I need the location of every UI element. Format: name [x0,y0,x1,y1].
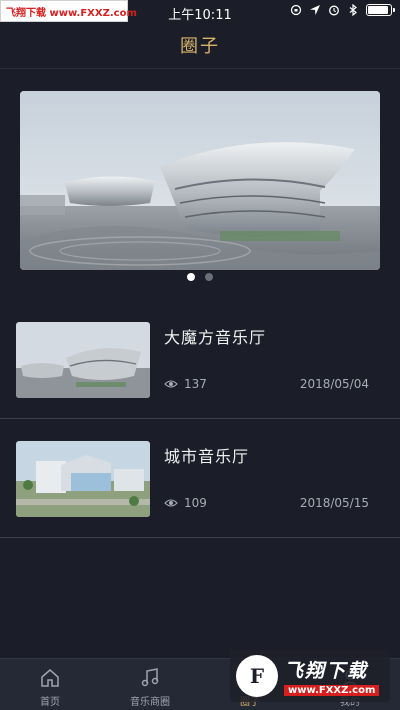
tab-music-business[interactable]: 音乐商圈 [100,659,200,710]
list-item-thumbnail [16,441,150,517]
bluetooth-icon [349,4,357,16]
status-bar: 飞翔下载 www.FXXZ.com 上午10:11 [0,0,400,24]
watermark-logo-icon: F [236,655,278,697]
location-icon [310,5,320,15]
tab-label: 音乐商圈 [130,697,170,708]
post-date: 2018/05/04 [299,377,369,391]
circle-list: 大魔方音乐厅 137 2018/05/04 城市音乐厅 109 2018/05/… [0,300,400,538]
list-item-meta: 137 2018/05/04 [164,377,369,391]
music-hall-image [16,322,150,398]
list-item-title: 大魔方音乐厅 [164,328,267,347]
list-item-thumbnail [16,322,150,398]
carousel-dot-active[interactable] [187,273,195,281]
alarm-icon [329,5,339,16]
tab-home[interactable]: 首页 [0,659,100,710]
carousel-dot[interactable] [205,273,213,281]
view-count: 137 [184,377,207,391]
list-item[interactable]: 城市音乐厅 109 2018/05/15 [0,419,400,538]
eye-icon [164,380,178,388]
list-item[interactable]: 大魔方音乐厅 137 2018/05/04 [0,300,400,419]
list-item-meta: 109 2018/05/15 [164,496,369,510]
banner-image [20,91,380,270]
watermark-url: www.FXXZ.com [284,685,380,696]
title-divider [0,68,400,69]
list-item-title: 城市音乐厅 [164,447,250,466]
music-hall-image [16,441,150,517]
view-count: 109 [184,496,207,510]
banner-carousel[interactable] [20,91,380,270]
watermark-logo: F 飞翔下载 www.FXXZ.com [230,650,390,702]
battery-level [368,6,388,14]
battery-icon [366,4,395,16]
watermark-brand: 飞翔下载 [284,660,369,682]
carousel-indicator [0,273,400,281]
music-note-icon [141,668,159,687]
eye-icon [164,499,178,507]
tab-label: 首页 [40,697,60,708]
post-date: 2018/05/15 [299,496,369,510]
status-icons [290,4,395,16]
page-title: 圈子 [180,36,220,57]
home-icon [41,669,59,687]
rotation-lock-icon [290,4,302,16]
